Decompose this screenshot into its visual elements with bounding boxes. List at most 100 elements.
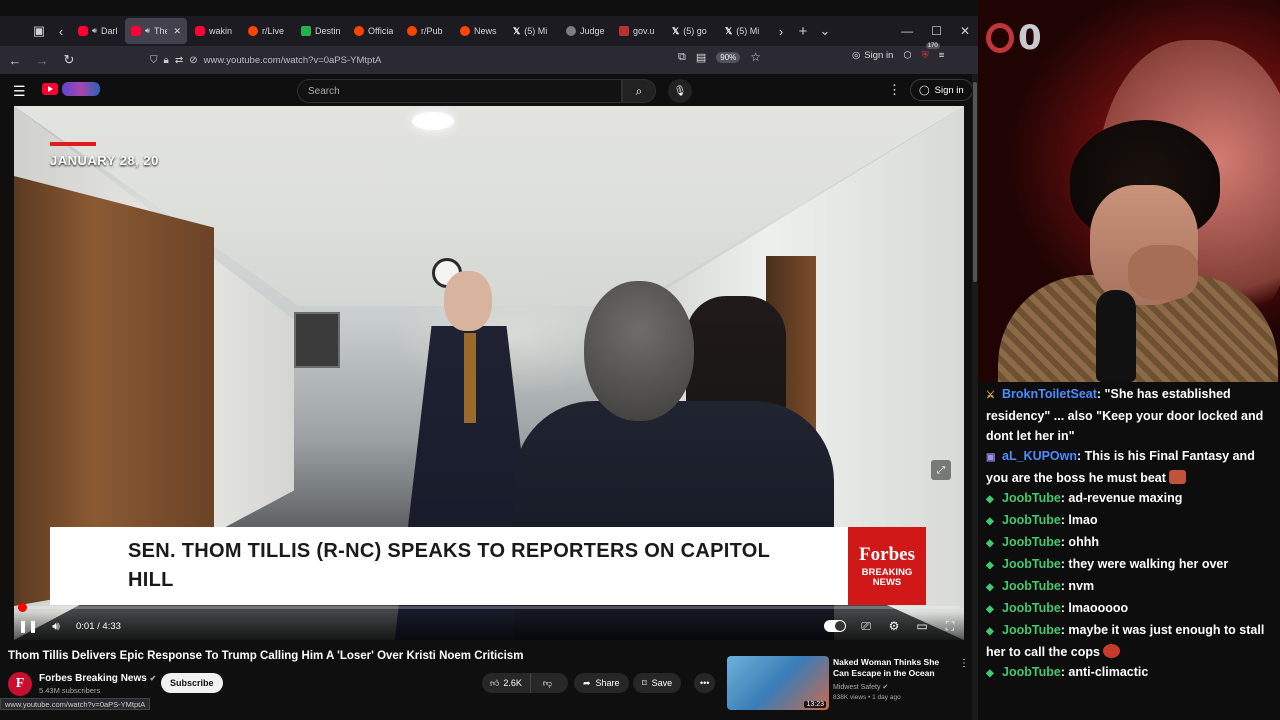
- chat-text: : nvm: [1060, 579, 1095, 593]
- subscriber-count: 5.43M subscribers: [39, 686, 101, 695]
- voice-search-button[interactable]: 🎙︎: [668, 79, 692, 103]
- channel-avatar[interactable]: F: [8, 672, 32, 696]
- chat-text: : ohhh: [1060, 535, 1099, 549]
- reader-view-icon[interactable]: ▤: [696, 51, 706, 64]
- browser-tab[interactable]: Destin: [295, 18, 346, 44]
- share-button[interactable]: ➦ Share: [574, 673, 629, 693]
- browser-tab[interactable]: 🔊︎ Dark S: [72, 18, 123, 44]
- tab-overview-icon[interactable]: ▣: [28, 20, 50, 42]
- browser-tab[interactable]: Judge: [560, 18, 611, 44]
- browser-tab[interactable]: 𝕏 (5) Mi: [719, 18, 770, 44]
- sword-badge-icon: ⚔: [986, 390, 995, 401]
- lock-icon[interactable]: 🔒︎: [164, 55, 169, 66]
- tab-label: News: [474, 26, 497, 36]
- tab-audio-icon[interactable]: 🔊︎: [92, 26, 97, 36]
- miniplayer-icon[interactable]: ⤢: [931, 460, 951, 480]
- maximize-icon[interactable]: ☐: [931, 24, 942, 38]
- account-icon[interactable]: ◎: [852, 50, 860, 61]
- chat-emote-icon: [1102, 644, 1120, 658]
- scrollbar-thumb[interactable]: [973, 82, 977, 282]
- chat-username[interactable]: JoobTube: [1002, 601, 1061, 615]
- back-icon[interactable]: ←: [3, 48, 27, 72]
- save-label: Save: [651, 678, 673, 688]
- extensions-icon[interactable]: ⬡: [903, 50, 911, 61]
- chat-username[interactable]: JoobTube: [1002, 491, 1061, 505]
- autoplay-toggle[interactable]: [824, 620, 846, 632]
- time-display: 0:01 / 4:33: [76, 620, 121, 632]
- reload-icon[interactable]: ↻: [57, 48, 81, 72]
- close-tab-icon[interactable]: ✕: [173, 26, 181, 37]
- volume-icon[interactable]: 🔊︎: [42, 612, 70, 640]
- ring-logo-icon: [986, 23, 1014, 53]
- like-count: 2.6K: [503, 678, 522, 688]
- youtube-sign-in-button[interactable]: ◯ Sign in: [910, 79, 973, 101]
- more-actions-button[interactable]: •••: [694, 673, 716, 693]
- tab-label: The: [154, 26, 168, 36]
- browser-tab[interactable]: gov.u: [613, 18, 664, 44]
- tab-scroll-left-icon[interactable]: ‹: [50, 20, 72, 42]
- tab-scroll-right-icon[interactable]: ›: [770, 20, 792, 42]
- browser-tab[interactable]: r/Live: [242, 18, 293, 44]
- recommended-thumbnail[interactable]: 13:23: [727, 656, 829, 710]
- recommended-channel[interactable]: Midwest Safety ✔: [833, 683, 888, 691]
- subtitles-icon[interactable]: ⎚: [852, 612, 880, 640]
- new-tab-icon[interactable]: +: [792, 20, 814, 42]
- browser-tab[interactable]: 𝕏 (5) go: [666, 18, 717, 44]
- ublock-icon[interactable]: ⛨ 170: [922, 43, 940, 61]
- like-button[interactable]: 👍︎ 2.6K: [482, 673, 531, 693]
- menu-icon[interactable]: ≡: [939, 50, 945, 61]
- bookmark-icon: ⌑: [642, 677, 647, 688]
- dislike-button[interactable]: 👎︎: [536, 678, 559, 689]
- recommended-menu-icon[interactable]: ⋮: [959, 658, 969, 669]
- chat-username[interactable]: JoobTube: [1002, 623, 1061, 637]
- subscribe-button[interactable]: Subscribe: [161, 673, 223, 693]
- lower-third-banner: SEN. THOM TILLIS (R-NC) SPEAKS TO REPORT…: [50, 527, 848, 605]
- chat-username[interactable]: JoobTube: [1002, 513, 1061, 527]
- chat-username[interactable]: aL_KUPOwn: [1002, 449, 1077, 463]
- pause-icon[interactable]: ❚❚: [14, 612, 42, 640]
- forward-icon[interactable]: →: [30, 48, 54, 72]
- browser-tab[interactable]: 𝕏 (5) Mi: [507, 18, 558, 44]
- youtube-doodle[interactable]: [62, 82, 100, 96]
- zoom-level-badge[interactable]: 90%: [716, 51, 741, 63]
- search-input[interactable]: Search: [297, 79, 622, 103]
- breaking-news-label: BREAKING NEWS: [861, 566, 913, 588]
- wall-plaque: [294, 312, 340, 368]
- browser-tab[interactable]: wakin: [189, 18, 240, 44]
- chat-username[interactable]: BroknToiletSeat: [1002, 387, 1097, 401]
- autoplay-blocked-icon[interactable]: ⊘: [189, 55, 197, 66]
- tab-bar: ▣ ‹ 🔊︎ Dark S 🔊︎ The ✕ wakin r/Live Destin Offic…: [0, 16, 978, 46]
- settings-menu-icon[interactable]: ⋮: [888, 82, 901, 98]
- progress-bar[interactable]: [17, 603, 960, 612]
- permissions-icon[interactable]: ⇄: [175, 55, 183, 66]
- picture-in-picture-icon[interactable]: ⧉: [678, 51, 686, 64]
- youtube-logo-icon[interactable]: [42, 83, 58, 95]
- close-window-icon[interactable]: ✕: [960, 24, 970, 38]
- tab-audio-icon[interactable]: 🔊︎: [145, 26, 150, 36]
- chat-username[interactable]: JoobTube: [1002, 557, 1061, 571]
- chat-username[interactable]: JoobTube: [1002, 535, 1061, 549]
- youtube-icon: [195, 26, 205, 36]
- scrubber-knob[interactable]: [17, 603, 27, 612]
- recommended-title[interactable]: Naked Woman Thinks She Can Escape in the…: [833, 657, 953, 679]
- channel-name[interactable]: Forbes Breaking News ✔: [39, 673, 156, 684]
- shield-icon[interactable]: ⛉: [150, 55, 158, 66]
- browser-tab[interactable]: 🔊︎ The ✕: [125, 18, 187, 44]
- video-player[interactable]: JANUARY 28, 20 ⤢ SEN. THOM TILLIS (R-NC)…: [14, 106, 964, 640]
- tab-list-chevron-icon[interactable]: ⌄: [814, 20, 836, 42]
- guide-menu-icon[interactable]: ☰: [13, 83, 26, 100]
- sign-in-label: Sign in: [934, 84, 964, 96]
- theater-mode-icon[interactable]: ▭: [908, 612, 936, 640]
- browser-tab[interactable]: Officia: [348, 18, 399, 44]
- chat-username[interactable]: JoobTube: [1002, 579, 1061, 593]
- browser-tab[interactable]: News: [454, 18, 505, 44]
- minimize-icon[interactable]: —: [901, 24, 913, 38]
- chat-username[interactable]: JoobTube: [1002, 665, 1061, 679]
- browser-tab[interactable]: r/Pub: [401, 18, 452, 44]
- fullscreen-icon[interactable]: ⛶: [936, 612, 964, 640]
- bookmark-star-icon[interactable]: ☆: [750, 50, 761, 64]
- settings-gear-icon[interactable]: ⚙: [880, 612, 908, 640]
- browser-sign-in[interactable]: Sign in: [864, 50, 893, 61]
- save-button[interactable]: ⌑ Save: [633, 673, 682, 693]
- search-button[interactable]: ⌕: [622, 79, 656, 103]
